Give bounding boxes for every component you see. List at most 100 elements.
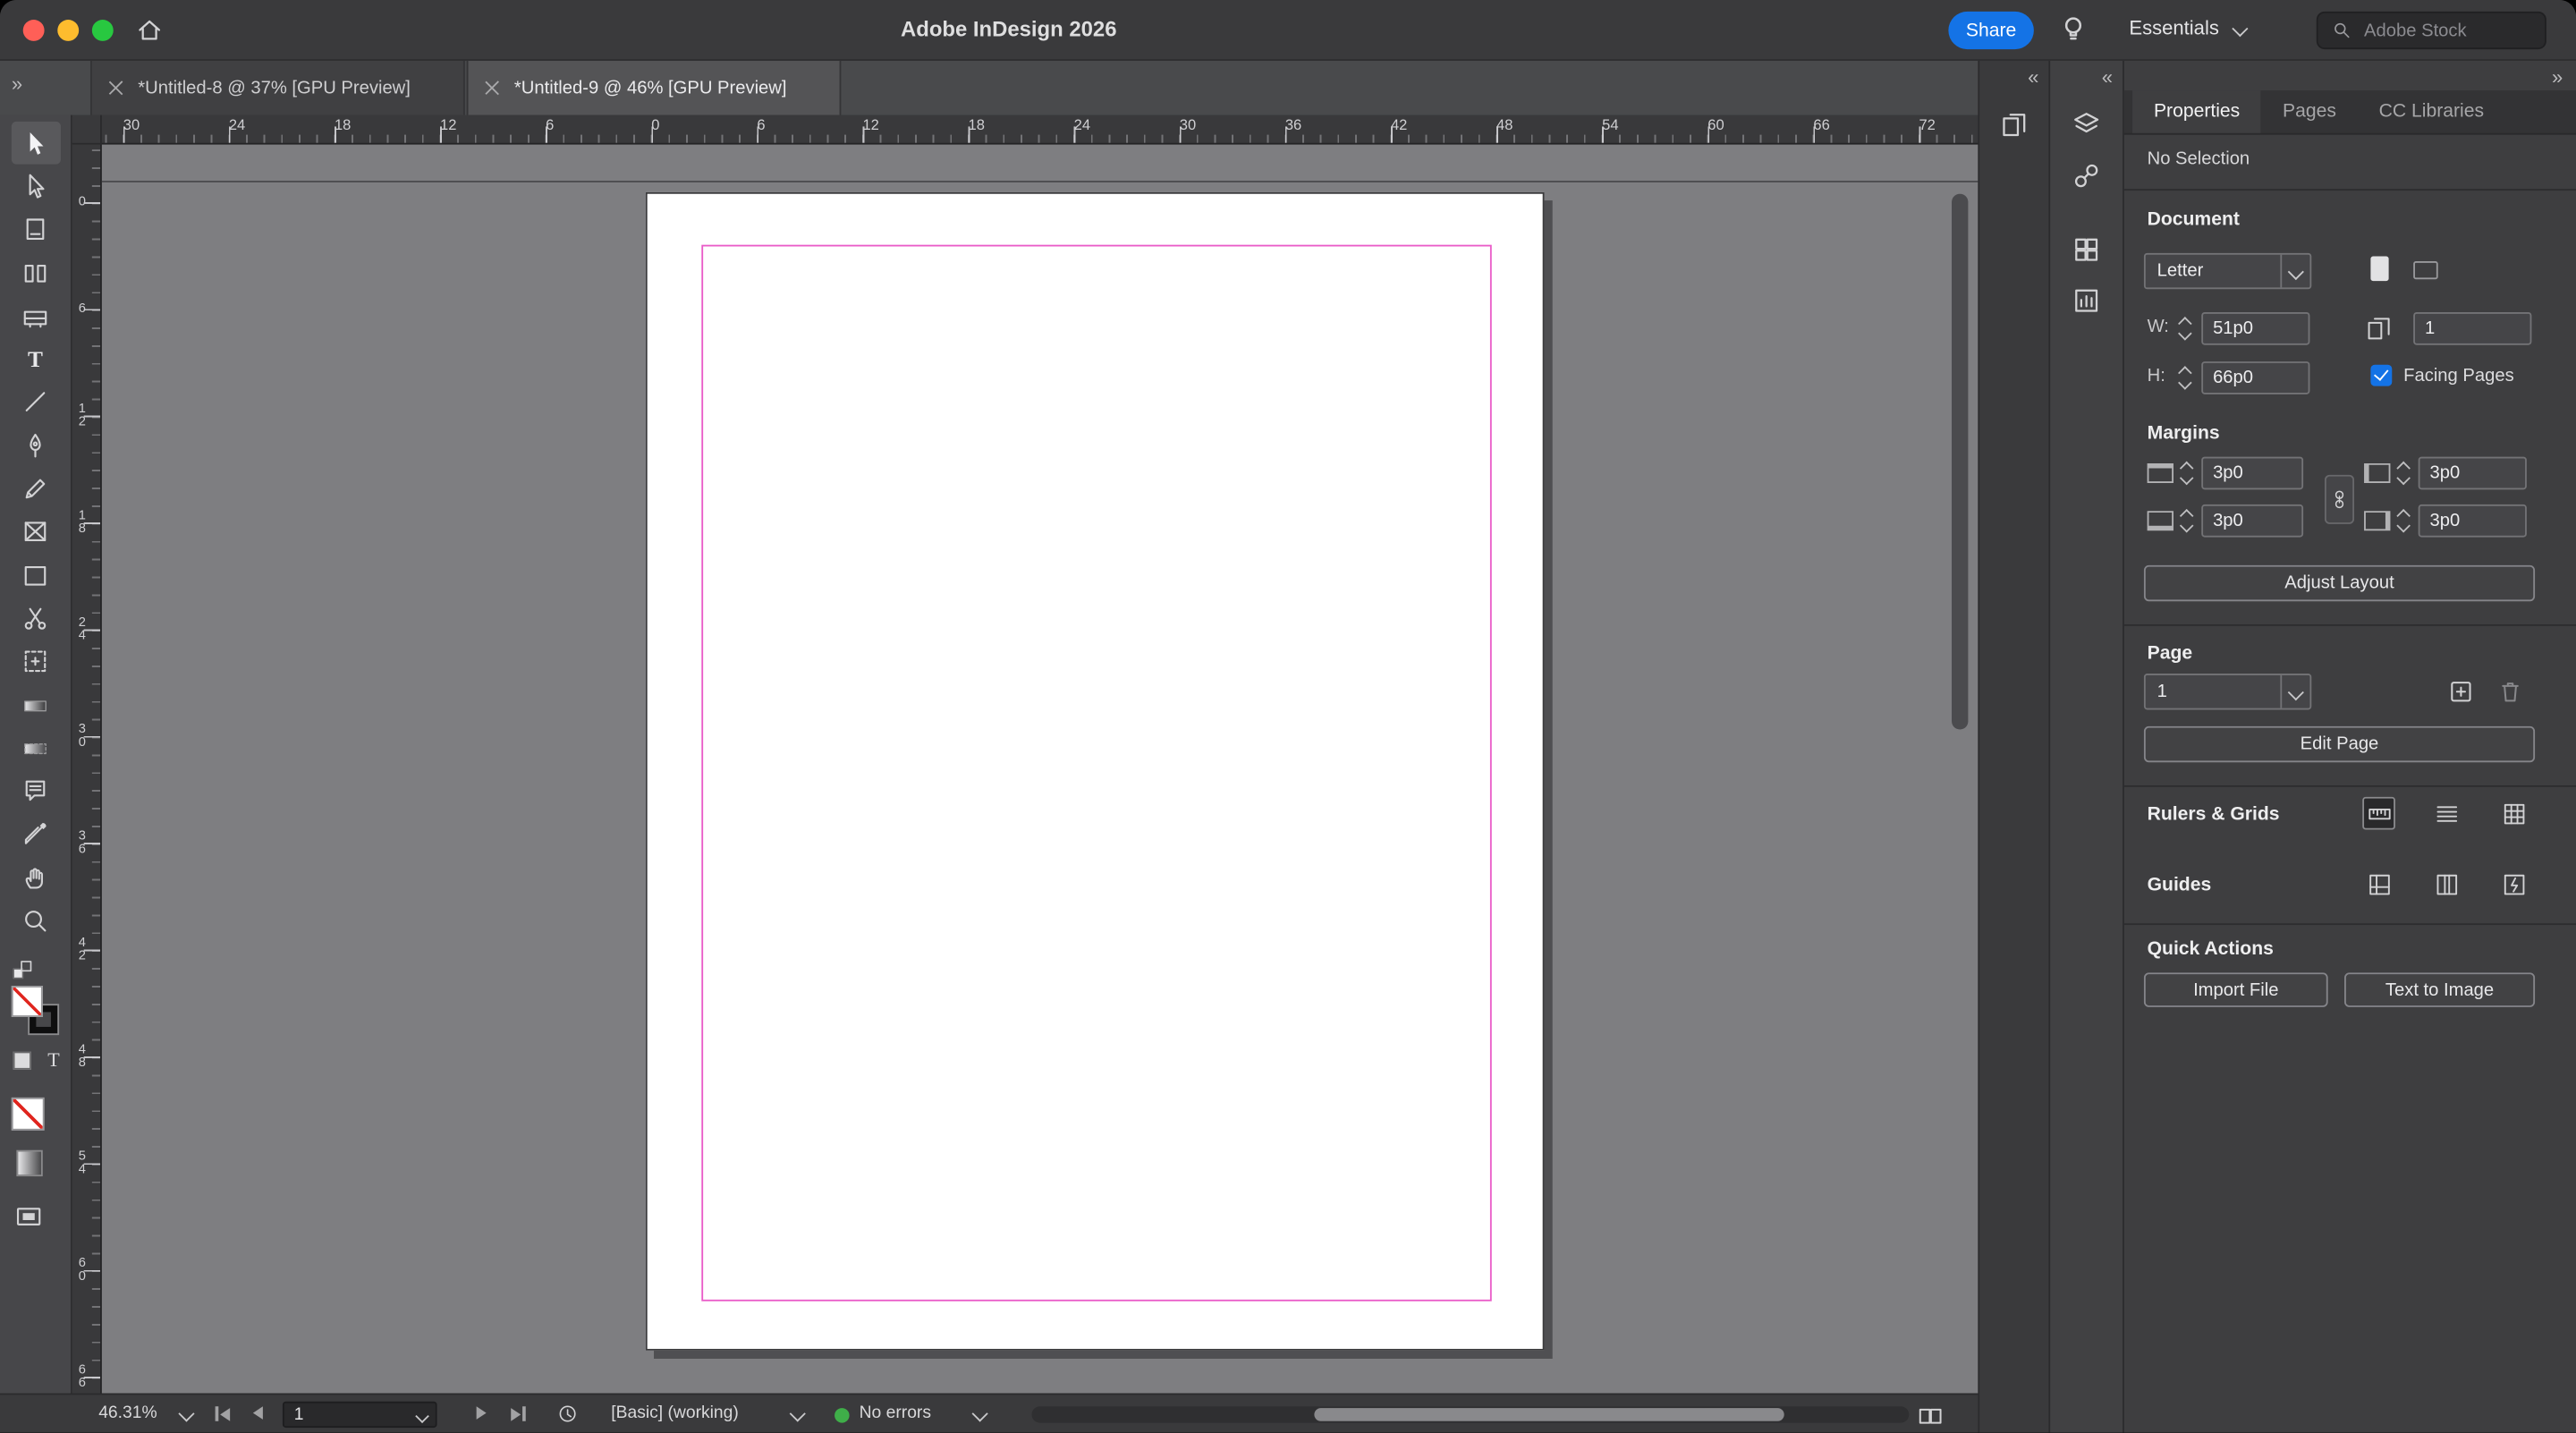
gradient-feather-tool-icon[interactable] <box>11 726 60 769</box>
smart-guides-icon[interactable] <box>2497 868 2530 901</box>
type-tool-icon[interactable]: T <box>11 337 60 380</box>
horizontal-scrollbar[interactable] <box>1031 1406 1910 1423</box>
last-page-button[interactable] <box>511 1406 526 1421</box>
next-page-button[interactable] <box>476 1406 487 1420</box>
minimize-button[interactable] <box>57 20 80 41</box>
eyedropper-tool-icon[interactable] <box>11 813 60 856</box>
orientation-landscape-icon[interactable] <box>2413 261 2438 279</box>
hand-tool-icon[interactable] <box>11 856 60 899</box>
zoom-level[interactable]: 46.31% <box>98 1403 157 1423</box>
fullscreen-button[interactable] <box>91 20 114 41</box>
previous-page-button[interactable] <box>252 1406 263 1420</box>
margin-inside-stepper[interactable] <box>2395 457 2411 490</box>
share-button[interactable]: Share <box>1948 11 2034 50</box>
vertical-scrollbar[interactable] <box>1948 145 1971 1394</box>
vertical-scrollbar-thumb[interactable] <box>1952 193 1969 730</box>
links-panel-icon[interactable] <box>2068 157 2104 193</box>
facing-pages-checkbox[interactable] <box>2370 364 2393 386</box>
delete-page-icon[interactable] <box>2496 677 2525 707</box>
width-field[interactable]: 51p0 <box>2201 311 2310 345</box>
default-fill-stroke-icon[interactable] <box>12 960 33 981</box>
line-tool-icon[interactable] <box>11 381 60 424</box>
errors-menu-chevron-icon[interactable] <box>971 1405 988 1422</box>
guides-icon[interactable] <box>2362 868 2395 901</box>
baseline-grid-icon[interactable] <box>2430 797 2463 830</box>
free-transform-tool-icon[interactable] <box>11 640 60 683</box>
ruler-origin-box[interactable] <box>72 114 102 145</box>
horizontal-scrollbar-thumb[interactable] <box>1314 1408 1784 1421</box>
text-to-image-button[interactable]: Text to Image <box>2344 972 2536 1007</box>
tab-overflow-icon[interactable] <box>12 74 22 94</box>
fill-swatch-none[interactable] <box>11 986 43 1017</box>
margin-inside-field[interactable]: 3p0 <box>2418 456 2527 490</box>
tab-properties[interactable]: Properties <box>2132 90 2262 133</box>
formatting-affects-text-icon[interactable] <box>46 1048 64 1073</box>
margin-outside-field[interactable]: 3p0 <box>2418 504 2527 538</box>
first-page-button[interactable] <box>215 1406 230 1421</box>
cc-libraries-panel-icon[interactable] <box>2068 283 2104 318</box>
height-field[interactable]: 66p0 <box>2201 361 2310 394</box>
adjust-layout-button[interactable]: Adjust Layout <box>2143 564 2536 602</box>
gap-tool-icon[interactable] <box>11 251 60 294</box>
document-grid-icon[interactable] <box>2497 797 2530 830</box>
horizontal-ruler[interactable]: 30 24 18 12 6 0 6 12 18 24 30 36 42 48 54 60 66 72 <box>101 114 1979 145</box>
swatches-panel-icon[interactable] <box>2068 232 2104 267</box>
workspace-switcher[interactable]: Essentials <box>2129 16 2248 39</box>
pen-tool-icon[interactable] <box>11 424 60 467</box>
page-number-field[interactable]: 1 <box>282 1400 437 1428</box>
tab-close-icon[interactable] <box>485 81 500 96</box>
tab-pages[interactable]: Pages <box>2261 90 2358 133</box>
preflight-menu-chevron-icon[interactable] <box>789 1405 806 1422</box>
width-stepper[interactable] <box>2177 312 2193 345</box>
ruler-icon[interactable] <box>2362 796 2395 830</box>
rectangle-tool-icon[interactable] <box>11 554 60 597</box>
layers-panel-icon[interactable] <box>2068 106 2104 142</box>
margin-outside-stepper[interactable] <box>2395 505 2411 538</box>
selection-tool-icon[interactable] <box>10 121 61 165</box>
pasteboard[interactable] <box>101 144 1979 1394</box>
note-tool-icon[interactable] <box>11 769 60 812</box>
apply-none-button[interactable] <box>11 1097 45 1131</box>
edit-page-button[interactable]: Edit Page <box>2143 725 2536 763</box>
zoom-menu-chevron-icon[interactable] <box>178 1405 195 1422</box>
orientation-portrait-icon[interactable] <box>2370 256 2389 282</box>
scissors-tool-icon[interactable] <box>11 597 60 640</box>
document-page[interactable] <box>645 191 1545 1351</box>
home-button[interactable] <box>135 15 165 45</box>
gradient-swatch-tool-icon[interactable] <box>11 683 60 726</box>
document-tab[interactable]: *Untitled-8 @ 37% [GPU Preview] <box>90 60 465 115</box>
pages-panel-icon[interactable] <box>1996 106 2032 142</box>
rectangle-frame-tool-icon[interactable] <box>11 511 60 554</box>
page-menu-chevron-icon[interactable] <box>415 1408 429 1423</box>
close-button[interactable] <box>22 20 45 41</box>
expand-panels-icon[interactable] <box>2028 67 2038 87</box>
tab-cc-libraries[interactable]: CC Libraries <box>2358 90 2505 133</box>
zoom-tool-icon[interactable] <box>11 899 60 942</box>
margin-top-stepper[interactable] <box>2179 457 2195 490</box>
screen-mode-button[interactable] <box>15 1202 43 1230</box>
collapse-dock-icon[interactable] <box>2552 67 2563 87</box>
tab-close-icon[interactable] <box>108 81 123 96</box>
preflight-profile[interactable]: [Basic] (working) <box>611 1403 739 1423</box>
document-preset-select[interactable]: Letter <box>2143 252 2312 290</box>
content-collector-tool-icon[interactable] <box>11 294 60 337</box>
formatting-affects-container-icon[interactable] <box>13 1051 31 1070</box>
import-file-button[interactable]: Import File <box>2143 972 2328 1007</box>
pencil-tool-icon[interactable] <box>11 467 60 510</box>
stock-search-input[interactable]: Adobe Stock <box>2316 11 2546 50</box>
expand-panels-icon[interactable] <box>2102 67 2113 87</box>
height-stepper[interactable] <box>2177 361 2193 394</box>
lightbulb-icon[interactable] <box>2057 13 2090 47</box>
vertical-ruler[interactable]: 0 6 12 18 24 30 36 42 48 54 60 66 <box>72 144 102 1394</box>
add-page-icon[interactable] <box>2446 677 2476 707</box>
column-guides-icon[interactable] <box>2430 868 2463 901</box>
margin-bottom-field[interactable]: 3p0 <box>2201 504 2304 538</box>
margin-bottom-stepper[interactable] <box>2179 505 2195 538</box>
link-margins-button[interactable] <box>2324 474 2355 524</box>
preflight-status[interactable]: No errors <box>860 1403 931 1423</box>
direct-selection-tool-icon[interactable] <box>11 165 60 208</box>
document-tab-active[interactable]: *Untitled-9 @ 46% [GPU Preview] <box>466 60 842 115</box>
margin-top-field[interactable]: 3p0 <box>2201 456 2304 490</box>
preflight-icon[interactable] <box>555 1402 580 1427</box>
apply-gradient-button[interactable] <box>16 1149 43 1177</box>
